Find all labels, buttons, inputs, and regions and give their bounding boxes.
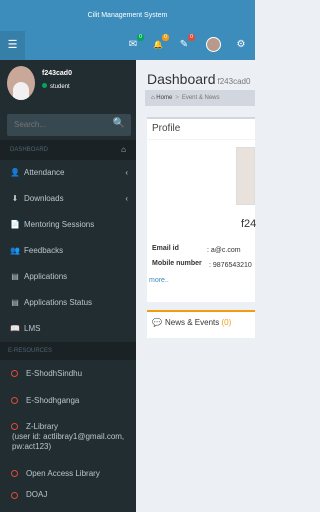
list-icon: ▤ — [11, 298, 19, 307]
comment-icon: 💬 — [152, 318, 162, 327]
sidebar-search: 🔍 — [7, 114, 131, 136]
circle-icon — [11, 397, 18, 404]
menu-header-dashboard[interactable]: DASHBOARD ⌂ — [0, 140, 136, 160]
mobile-label: Mobile number — [152, 260, 202, 267]
eresource-item-zlibrary[interactable]: Z-Library (user id: actlibray1@gmail.com,… — [0, 414, 136, 460]
messages-badge: 0 — [137, 34, 144, 41]
mail-icon: ✉ — [128, 39, 138, 50]
circle-icon — [11, 492, 18, 499]
breadcrumb: ⌂ Home > Event & News — [145, 90, 255, 106]
sidebar-toggle-button[interactable]: ☰ — [0, 31, 25, 60]
sidebar-item-mentoring-sessions[interactable]: 📄 Mentoring Sessions — [0, 212, 136, 238]
download-icon: ⬇ — [11, 194, 19, 203]
list-icon: ▤ — [11, 272, 19, 281]
sidebar-item-label: Attendance — [24, 168, 65, 177]
chevron-left-icon: ‹ — [125, 168, 128, 177]
sidebar-item-label: LMS — [24, 324, 41, 333]
user-status: student — [42, 83, 70, 90]
search-input[interactable] — [14, 120, 124, 129]
eresource-label: E-ShodhSindhu — [26, 369, 83, 378]
top-navbar: ☰ ✉ 0 🔔 0 ✎ 0 ⚙ — [0, 31, 255, 60]
eresources-header: E-RESOURCES — [0, 342, 136, 360]
sidebar-item-downloads[interactable]: ⬇ Downloads ‹ — [0, 186, 136, 212]
breadcrumb-current: Event & News — [181, 95, 220, 101]
circle-icon — [11, 370, 18, 377]
breadcrumb-home-link[interactable]: Home — [156, 95, 172, 101]
sidebar-item-label: Applications Status — [24, 298, 93, 307]
dashboard-icon: ⌂ — [121, 145, 126, 154]
more-link[interactable]: more.. — [149, 277, 169, 284]
sidebar-item-applications-status[interactable]: ▤ Applications Status — [0, 290, 136, 316]
users-icon: 👥 — [10, 246, 20, 255]
tasks-button[interactable]: ✎ 0 — [177, 34, 195, 52]
sidebar-item-lms[interactable]: 📖 LMS — [0, 316, 136, 342]
document-icon: 📄 — [10, 220, 20, 229]
chevron-left-icon: ‹ — [125, 194, 128, 203]
tasks-badge: 0 — [188, 34, 195, 41]
hamburger-icon: ☰ — [7, 39, 18, 51]
eresource-label: E-Shodhganga — [26, 396, 80, 405]
eresource-item-eshodhganga[interactable]: E-Shodhganga — [0, 387, 136, 414]
breadcrumb-separator: > — [175, 95, 179, 101]
edit-icon: ✎ — [179, 39, 189, 50]
sidebar-item-label: Mentoring Sessions — [24, 220, 95, 229]
circle-icon — [11, 423, 18, 430]
app-title: Cilit Management System — [87, 12, 168, 19]
user-panel: f243cad0 student — [0, 60, 136, 110]
profile-title: Profile — [152, 123, 181, 134]
user-icon: 👤 — [10, 168, 20, 177]
control-sidebar-button[interactable]: ⚙ — [234, 38, 248, 52]
circle-icon — [11, 470, 18, 477]
user-avatar-menu[interactable] — [206, 37, 221, 52]
eresource-label: Open Access Library — [26, 469, 100, 478]
online-status-icon — [42, 83, 47, 88]
divider — [147, 139, 255, 140]
eresource-label: Z-Library — [26, 422, 59, 431]
search-icon[interactable]: 🔍 — [113, 118, 125, 129]
news-events-label: News & Events (0) — [165, 318, 231, 327]
profile-box: Profile f24 Email id : a@c.com Mobile nu… — [147, 117, 257, 302]
eresource-item-eshodhsindhu[interactable]: E-ShodhSindhu — [0, 360, 136, 387]
sidebar-item-applications[interactable]: ▤ Applications — [0, 264, 136, 290]
main-content: Dashboard f243cad0 ⌂ Home > Event & News Pr… — [136, 60, 257, 512]
email-value: : a@c.com — [207, 247, 241, 254]
sidebar: f243cad0 student 🔍 DASHBOARD ⌂ 👤 Attendanc… — [0, 60, 136, 512]
book-icon: 📖 — [10, 324, 20, 333]
menu-header-label: DASHBOARD — [10, 147, 49, 153]
zlibrary-credentials-line2: pw:act123) — [12, 442, 52, 451]
bell-icon: 🔔 — [153, 40, 163, 49]
notifications-badge: 0 — [162, 34, 169, 41]
user-name: f243cad0 — [42, 70, 72, 77]
sidebar-menu: DASHBOARD ⌂ 👤 Attendance ‹ ⬇ Downloads ‹ 📄 Men… — [0, 140, 136, 500]
news-events-count: (0) — [221, 318, 232, 327]
sidebar-item-feedbacks[interactable]: 👥 Feedbacks — [0, 238, 136, 264]
eresource-label: DOAJ — [26, 490, 48, 499]
user-avatar — [7, 66, 35, 100]
profile-name: f24 — [241, 218, 257, 230]
sidebar-item-label: Downloads — [24, 194, 64, 203]
zlibrary-credentials-line1: (user id: actlibray1@gmail.com, — [12, 432, 125, 441]
sidebar-item-attendance[interactable]: 👤 Attendance ‹ — [0, 160, 136, 186]
sidebar-item-label: Feedbacks — [24, 246, 64, 255]
page-title: Dashboard f243cad0 — [147, 71, 250, 87]
eresource-item-doaj[interactable]: DOAJ — [0, 488, 136, 500]
email-label: Email id — [152, 245, 179, 252]
page-subtitle: f243cad0 — [217, 77, 251, 86]
page-title-text: Dashboard — [147, 71, 216, 87]
eresource-item-open-access-library[interactable]: Open Access Library — [0, 460, 136, 488]
messages-button[interactable]: ✉ 0 — [126, 34, 144, 52]
gears-icon: ⚙ — [236, 39, 246, 50]
user-status-label: student — [50, 84, 70, 90]
mobile-value: : 9876543210 — [209, 262, 252, 269]
sidebar-item-label: Applications — [24, 272, 68, 281]
app-title-bar: Cilit Management System — [0, 0, 255, 31]
notifications-button[interactable]: 🔔 0 — [151, 34, 169, 52]
news-events-title: News & Events — [165, 318, 220, 327]
profile-photo — [236, 147, 255, 205]
news-events-box[interactable]: 💬 News & Events (0) — [147, 310, 255, 338]
